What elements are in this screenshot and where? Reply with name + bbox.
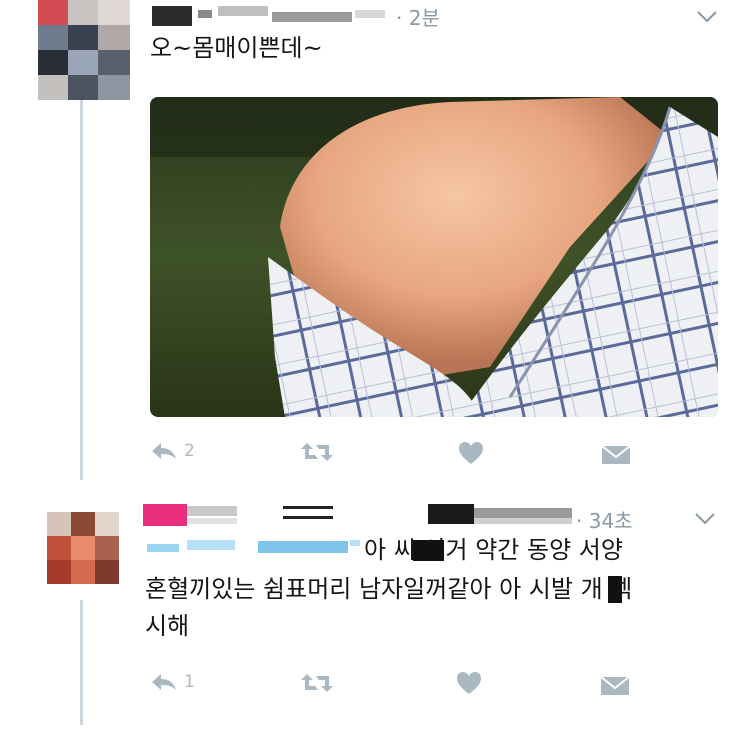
avatar[interactable] — [38, 0, 130, 100]
retweet-button[interactable] — [300, 672, 334, 694]
reply-icon — [152, 443, 176, 459]
dm-icon — [601, 445, 631, 464]
tweet-text: 오~몸매이쁜데~ — [150, 34, 323, 62]
tweet-timestamp[interactable]: · 2분 — [396, 2, 440, 31]
reply-icon — [152, 674, 176, 690]
retweet-icon — [301, 674, 333, 692]
thread-connector-line — [80, 600, 83, 725]
reply-count: 1 — [184, 672, 195, 692]
retweet-button[interactable] — [300, 441, 334, 463]
thread-connector-line — [80, 100, 83, 480]
tweet-text-line-2: 혼혈끼있는 쉼표머리 남자일꺼같아 아 시발 개 섹 — [145, 575, 633, 603]
reply-button[interactable]: 1 — [150, 672, 195, 692]
tweet-text-line-3: 시해 — [145, 612, 190, 640]
like-button[interactable] — [456, 671, 482, 695]
dm-button[interactable] — [600, 674, 630, 696]
dm-icon — [600, 676, 630, 695]
reply-button[interactable]: 2 — [150, 441, 195, 461]
reply-count: 2 — [184, 441, 195, 461]
avatar[interactable] — [47, 512, 119, 584]
censor-bar — [413, 540, 444, 561]
chevron-down-icon[interactable] — [694, 512, 716, 526]
tweet-timestamp[interactable]: · 34초 — [576, 505, 633, 534]
chevron-down-icon[interactable] — [696, 10, 718, 24]
tweet-photo[interactable] — [150, 97, 718, 417]
censor-bar — [608, 576, 622, 603]
like-icon — [459, 442, 483, 464]
retweet-icon — [301, 443, 333, 461]
like-icon — [457, 672, 481, 694]
tweet-text-line-1: 아 씨 이거 약간 동양 서양 — [364, 536, 623, 564]
like-button[interactable] — [458, 441, 484, 465]
dm-button[interactable] — [601, 443, 631, 465]
